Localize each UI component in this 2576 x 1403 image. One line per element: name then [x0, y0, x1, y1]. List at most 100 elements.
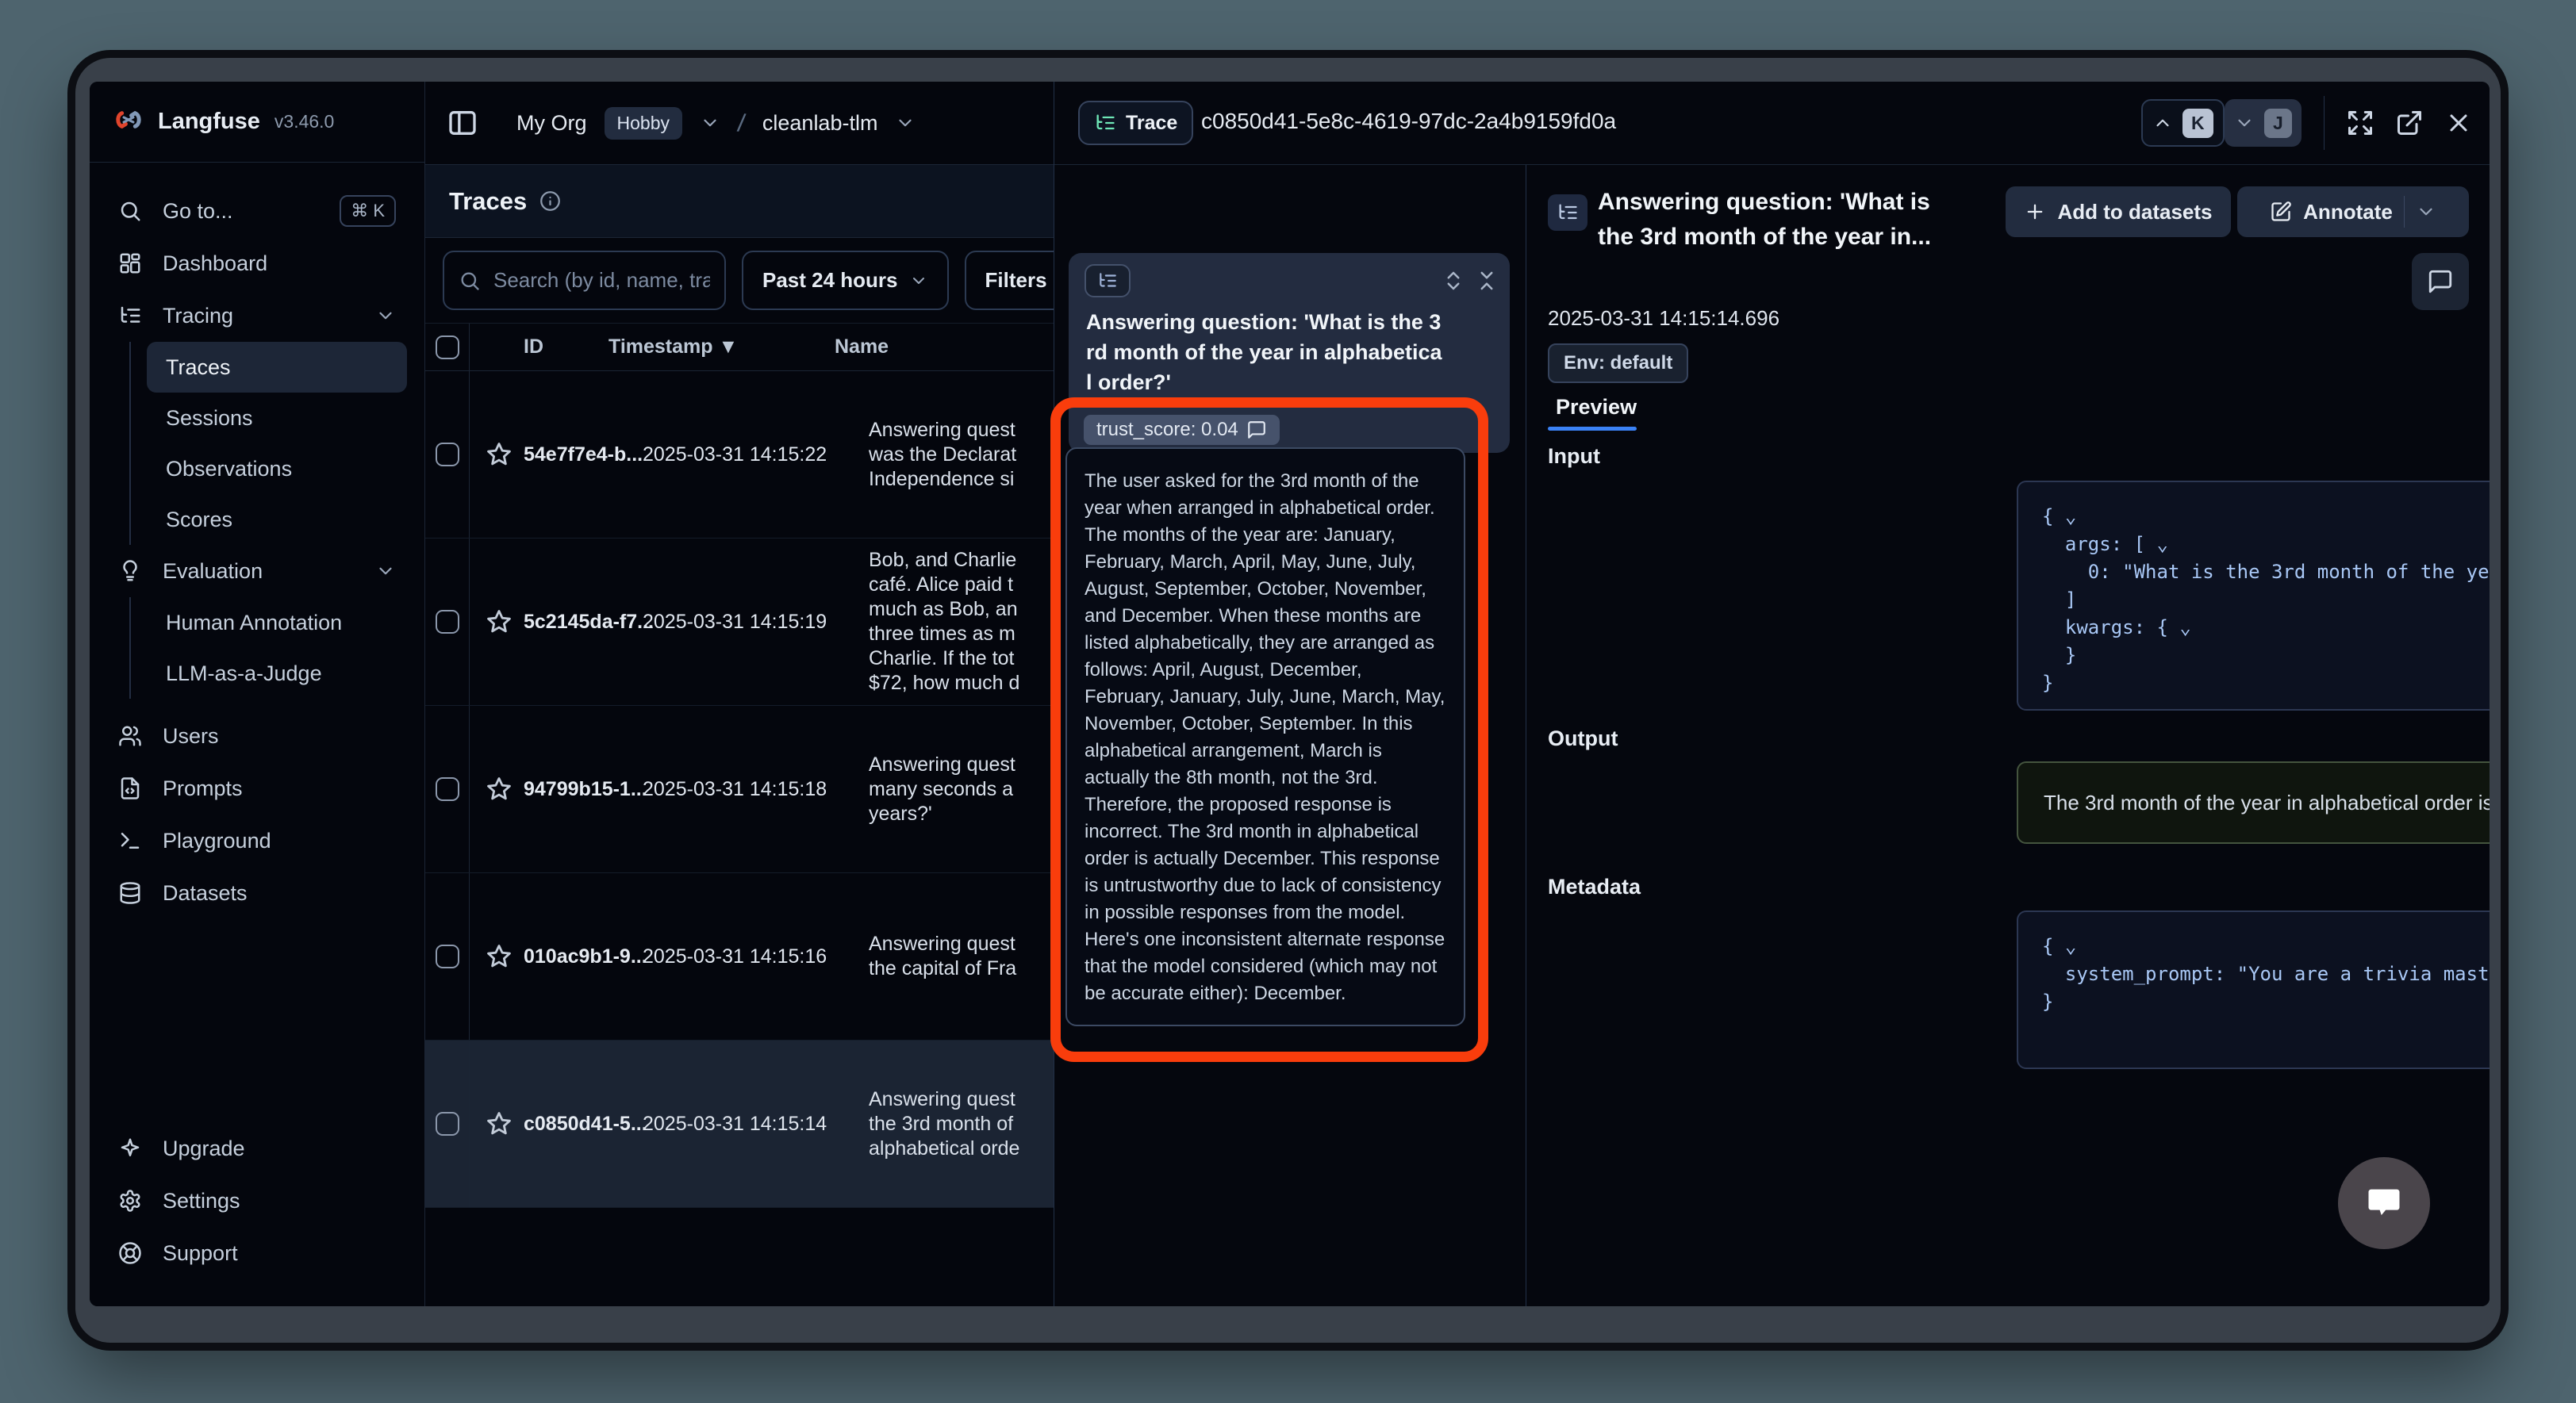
sidebar-item-observations[interactable]: Observations: [147, 443, 407, 494]
sidebar-item-evaluation[interactable]: Evaluation: [107, 545, 407, 597]
next-key-badge: J: [2264, 109, 2292, 138]
select-all-cell: [425, 324, 470, 370]
row-checkbox[interactable]: [436, 777, 459, 801]
sidebar-item-datasets[interactable]: Datasets: [107, 867, 407, 919]
users-icon: [118, 724, 142, 748]
tab-underline: [1548, 427, 1637, 431]
trust-score-chip[interactable]: trust_score: 0.04: [1084, 415, 1280, 445]
table-row[interactable]: 010ac9b1-9... 2025-03-31 14:15:16 Answer…: [425, 873, 1054, 1041]
chevron-down-icon[interactable]: [895, 113, 916, 133]
chevron-down-icon[interactable]: [700, 113, 720, 133]
output-box: The 3rd month of the year in alphabetica…: [2017, 761, 2490, 844]
filters-label: Filters: [985, 268, 1047, 293]
star-icon[interactable]: [486, 441, 513, 468]
filters-button[interactable]: Filters: [965, 251, 1054, 310]
header-divider: [2324, 96, 2325, 150]
database-icon: [118, 881, 142, 905]
row-checkbox[interactable]: [436, 1112, 459, 1136]
row-checkbox[interactable]: [436, 443, 459, 466]
table-row[interactable]: 54e7f7e4-b... 2025-03-31 14:15:22 Answer…: [425, 371, 1054, 539]
table-row-selected[interactable]: c0850d41-5... 2025-03-31 14:15:14 Answer…: [425, 1041, 1054, 1208]
breadcrumb-project[interactable]: cleanlab-tlm: [762, 111, 878, 136]
plus-icon: [2024, 201, 2046, 223]
sidebar-item-human-annotation[interactable]: Human Annotation: [147, 597, 407, 648]
open-external-icon[interactable]: [2395, 109, 2424, 137]
sidebar-item-traces[interactable]: Traces: [147, 342, 407, 393]
time-range-value: Past 24 hours: [762, 268, 898, 293]
row-checkbox[interactable]: [436, 945, 459, 968]
sidebar-item-llm-as-a-judge[interactable]: LLM-as-a-Judge: [147, 648, 407, 699]
sidebar-item-label: LLM-as-a-Judge: [166, 661, 322, 686]
chevron-down-icon: [375, 561, 396, 581]
chat-widget-button[interactable]: [2338, 1157, 2430, 1249]
column-header-name[interactable]: Name: [835, 335, 1054, 358]
comments-button[interactable]: [2412, 253, 2469, 310]
sidebar-item-users[interactable]: Users: [107, 710, 407, 762]
sidebar-item-upgrade[interactable]: Upgrade: [107, 1122, 407, 1175]
trace-id-cell: 94799b15-1...: [524, 778, 647, 801]
sidebar-item-label: Scores: [166, 508, 232, 532]
star-icon[interactable]: [486, 608, 513, 635]
overlay-header: Trace c0850d41-5e8c-4619-97dc-2a4b9159fd…: [1054, 82, 2490, 165]
trace-timestamp: 2025-03-31 14:15:14.696: [1548, 306, 1779, 331]
name-cell: Answering quest was the Declarat Indepen…: [869, 418, 1054, 492]
time-range-button[interactable]: Past 24 hours: [742, 251, 949, 310]
sidebar-item-label: Upgrade: [163, 1137, 245, 1161]
sidebar-item-support[interactable]: Support: [107, 1227, 407, 1279]
sidebar-item-goto[interactable]: Go to... ⌘ K: [107, 185, 407, 237]
trace-node-title: Answering question: 'What is the 3 rd mo…: [1086, 307, 1491, 397]
table-row[interactable]: 5c2145da-f7... 2025-03-31 14:15:19 Bob, …: [425, 539, 1054, 706]
chat-bubble-icon: [2363, 1183, 2405, 1224]
row-checkbox[interactable]: [436, 610, 459, 634]
close-icon[interactable]: [2444, 109, 2473, 137]
tab-preview[interactable]: Preview: [1556, 395, 1637, 420]
input-json-viewer[interactable]: { ⌄ args: [ ⌄ 0: "What is the 3rd month …: [2017, 481, 2490, 711]
list-tree-icon: [1094, 112, 1116, 134]
panel-toggle-icon[interactable]: [447, 107, 478, 139]
row-check-cell: [425, 873, 470, 1040]
metadata-json-viewer[interactable]: { ⌄ system_prompt: "You are a trivia mas…: [2017, 910, 2490, 1069]
sidebar-item-settings[interactable]: Settings: [107, 1175, 407, 1227]
input-section-label: Input: [1548, 444, 1600, 469]
top-header: My Org Hobby / cleanlab-tlm: [425, 82, 1054, 165]
breadcrumb-org[interactable]: My Org: [516, 111, 587, 136]
column-header-timestamp[interactable]: Timestamp ▼: [608, 335, 835, 358]
sidebar-item-prompts[interactable]: Prompts: [107, 762, 407, 815]
select-all-checkbox[interactable]: [436, 335, 459, 359]
collapse-icon[interactable]: [1475, 269, 1499, 293]
tracing-subitems: Traces Sessions Observations Scores: [129, 342, 407, 545]
trace-id-cell: 5c2145da-f7...: [524, 611, 654, 634]
expand-icon[interactable]: [2346, 109, 2374, 137]
chevron-down-icon: [375, 305, 396, 326]
add-to-datasets-button[interactable]: Add to datasets: [2006, 186, 2231, 237]
star-icon[interactable]: [486, 943, 513, 970]
trace-type-badge: Trace: [1078, 101, 1193, 145]
breadcrumb-divider: /: [735, 108, 747, 138]
page-title: Traces: [449, 187, 527, 216]
next-trace-button[interactable]: J: [2225, 99, 2302, 147]
traces-title-row: Traces: [425, 165, 1054, 238]
traces-search-input[interactable]: Search (by id, name, tra: [443, 251, 726, 310]
annotate-button[interactable]: Annotate: [2237, 186, 2469, 237]
sidebar-item-label: Observations: [166, 457, 292, 481]
sidebar-item-dashboard[interactable]: Dashboard: [107, 237, 407, 289]
column-header-id[interactable]: ID: [470, 335, 608, 358]
unfold-icon[interactable]: [1442, 269, 1465, 293]
sidebar-item-label: Datasets: [163, 881, 248, 906]
star-icon[interactable]: [486, 776, 513, 803]
info-icon[interactable]: [539, 190, 561, 212]
name-cell: Bob, and Charlie café. Alice paid t much…: [869, 548, 1054, 696]
chevron-down-icon[interactable]: [2416, 201, 2436, 222]
sidebar-item-playground[interactable]: Playground: [107, 815, 407, 867]
sidebar-item-scores[interactable]: Scores: [147, 494, 407, 545]
star-icon[interactable]: [486, 1110, 513, 1137]
output-text: The 3rd month of the year in alphabetica…: [2044, 791, 2490, 815]
table-row[interactable]: 94799b15-1... 2025-03-31 14:15:18 Answer…: [425, 706, 1054, 873]
goto-shortcut-badge: ⌘ K: [340, 195, 396, 227]
life-buoy-icon: [118, 1241, 142, 1265]
sidebar-item-tracing[interactable]: Tracing: [107, 289, 407, 342]
prev-trace-button[interactable]: K: [2141, 99, 2225, 147]
sidebar-item-sessions[interactable]: Sessions: [147, 393, 407, 443]
lightbulb-icon: [118, 559, 142, 583]
sidebar-item-label: Support: [163, 1241, 238, 1266]
